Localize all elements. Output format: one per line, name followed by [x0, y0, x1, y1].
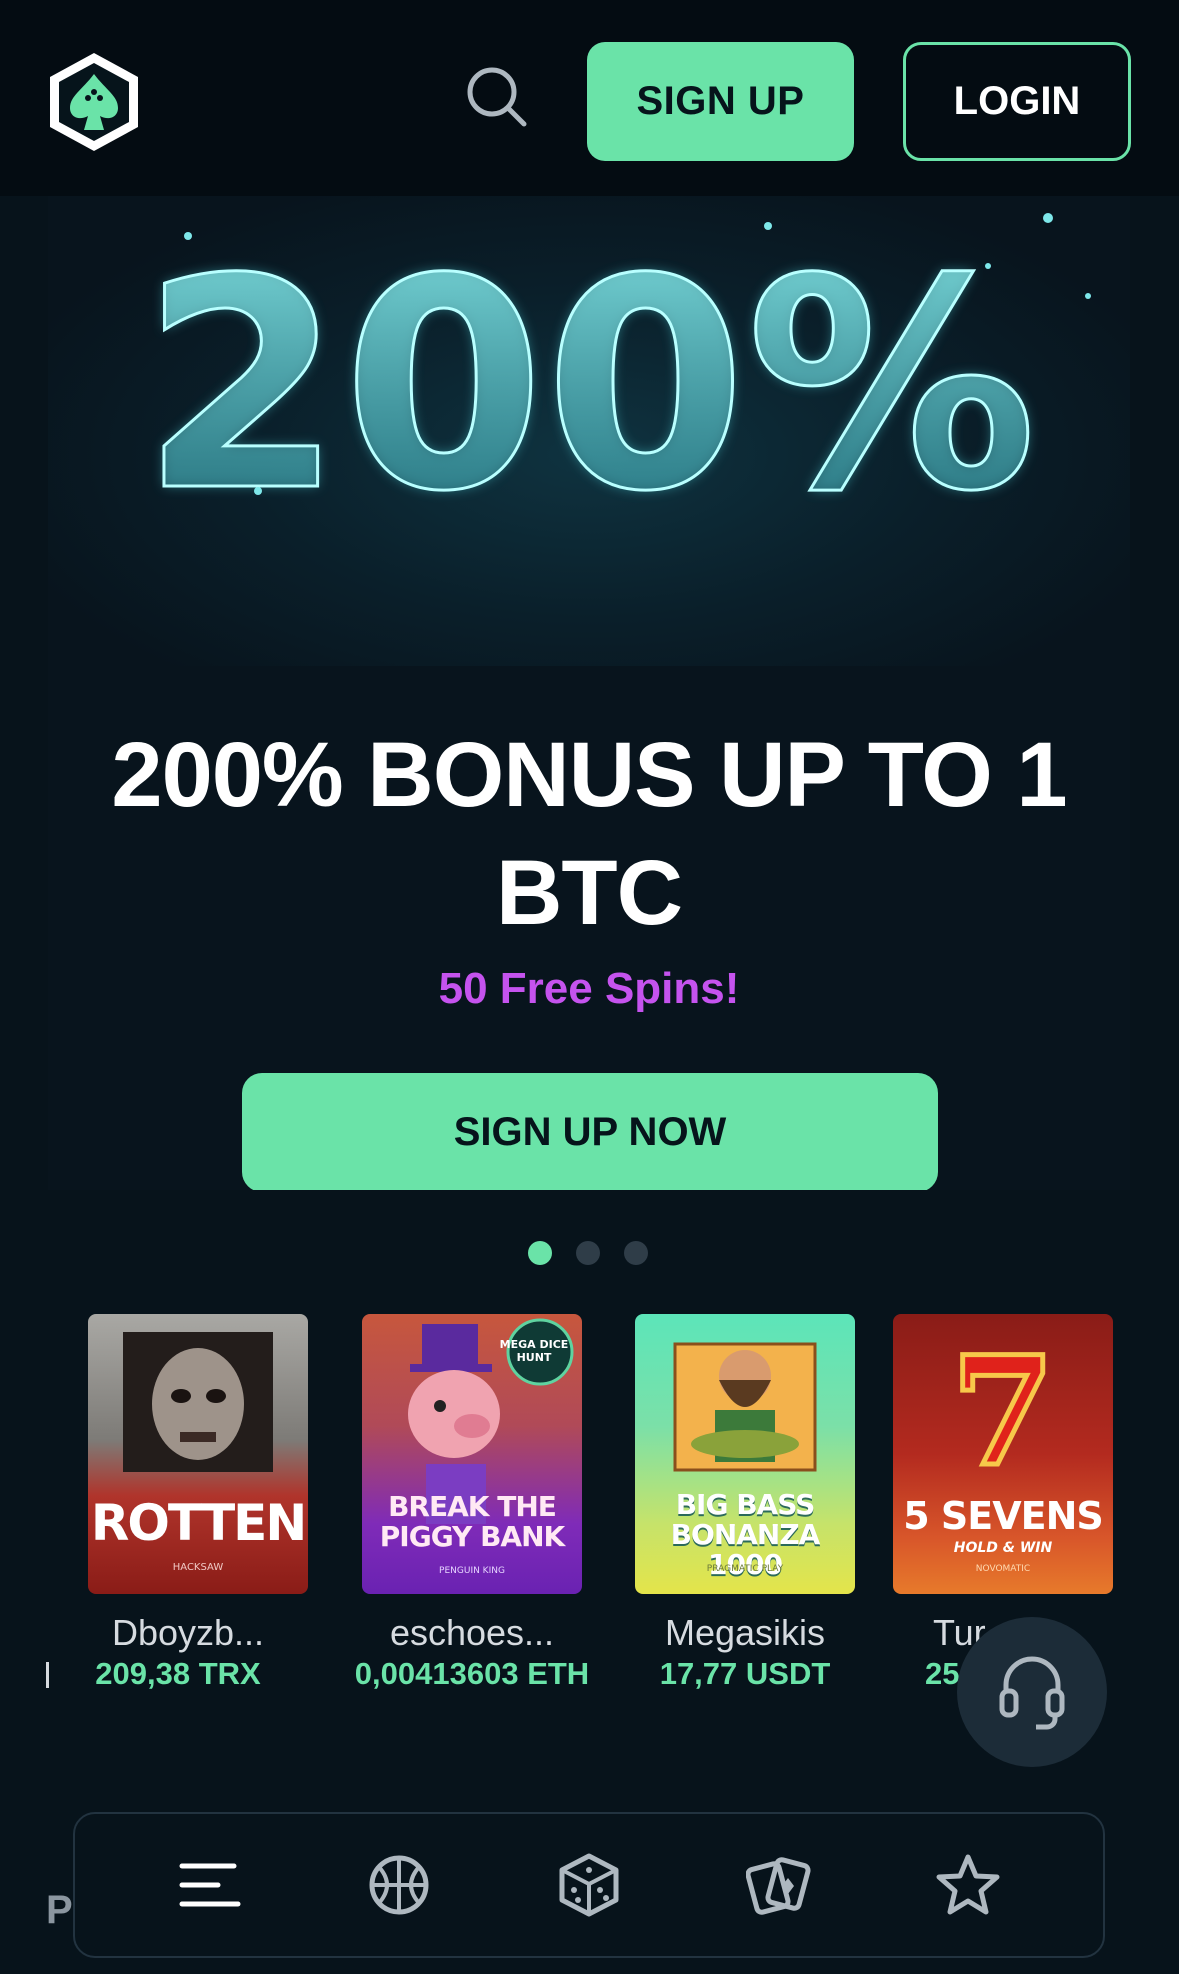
win-amount: 209,38 TRX — [95, 1656, 261, 1691]
game-tile-big-bass[interactable]: BIG BASS BONANZA 1000 PRAGMATIC PLAY — [635, 1314, 855, 1594]
logo-icon[interactable] — [46, 50, 142, 154]
tile-tagline: HOLD & WIN — [953, 1540, 1053, 1556]
nav-menu[interactable] — [170, 1845, 250, 1925]
nav-live-casino[interactable] — [739, 1845, 819, 1925]
tile-game-title: 5 SEVENS — [903, 1494, 1104, 1538]
login-button[interactable]: LOGIN — [903, 42, 1131, 161]
tile-provider: PRAGMATIC PLAY — [706, 1564, 784, 1574]
tile-provider: NOVOMATIC — [975, 1564, 1031, 1574]
section-heading-partial: P — [46, 1888, 73, 1932]
nav-favorites[interactable] — [928, 1845, 1008, 1925]
zombie-face-art — [123, 1332, 273, 1472]
banner-title-line1: 200% BONUS UP TO 1 — [111, 724, 1067, 826]
dice-icon — [559, 1853, 619, 1917]
carousel-pagination — [528, 1241, 648, 1265]
menu-icon — [179, 1863, 241, 1907]
banner-title: 200% BONUS UP TO 1 BTC — [48, 716, 1130, 952]
badge-mega-dice-hunt: MEGA DICE HUNT — [499, 1338, 569, 1364]
promo-banner[interactable]: 200% 200% 200% BONUS UP TO 1 BTC 50 Free… — [48, 196, 1130, 1190]
banner-artwork: 200% 200% — [48, 196, 1130, 666]
carousel-dot-1[interactable] — [528, 1241, 552, 1265]
headset-icon — [999, 1656, 1065, 1730]
banner-title-line2: BTC — [495, 842, 683, 944]
game-tile-5-sevens[interactable]: 7 5 SEVENS HOLD & WIN NOVOMATIC — [893, 1314, 1113, 1594]
winner-username: Megasikis — [664, 1612, 826, 1653]
nav-casino[interactable] — [549, 1845, 629, 1925]
bottom-navigation — [73, 1812, 1105, 1958]
top-header: SIGN UP LOGIN — [0, 0, 1179, 196]
signup-button[interactable]: SIGN UP — [587, 42, 854, 161]
win-amount: 0,00413603 ETH — [354, 1656, 590, 1691]
winner-username: eschoes... — [389, 1612, 555, 1653]
star-icon — [936, 1854, 1000, 1915]
winner-username: Dboyzb... — [111, 1612, 265, 1653]
search-icon — [467, 67, 527, 127]
tile-game-title: BREAK THE PIGGY BANK — [379, 1490, 565, 1553]
tile-provider: HACKSAW — [172, 1562, 224, 1573]
win-amount: 17,77 USDT — [659, 1656, 831, 1691]
tile-provider: PENGUIN KING — [439, 1566, 505, 1576]
carousel-dot-3[interactable] — [624, 1241, 648, 1265]
nav-sports[interactable] — [359, 1845, 439, 1925]
banner-art-text: 200% — [141, 218, 1037, 555]
signup-now-button[interactable]: SIGN UP NOW — [242, 1073, 938, 1190]
search-button[interactable] — [462, 62, 532, 132]
live-support-button[interactable] — [957, 1617, 1107, 1767]
tile-game-title: ROTTEN — [90, 1494, 307, 1552]
game-tile-piggy-bank[interactable]: MEGA DICE HUNT BREAK THE PIGGY BANK PENG… — [362, 1314, 582, 1594]
free-spins-text: 50 Free Spins! — [438, 964, 740, 1013]
game-tile-rotten[interactable]: ROTTEN HACKSAW — [88, 1314, 308, 1594]
svg-text:7: 7 — [951, 1324, 1055, 1500]
cards-icon — [745, 1857, 811, 1915]
sports-ball-icon — [369, 1855, 429, 1915]
carousel-dot-2[interactable] — [576, 1241, 600, 1265]
